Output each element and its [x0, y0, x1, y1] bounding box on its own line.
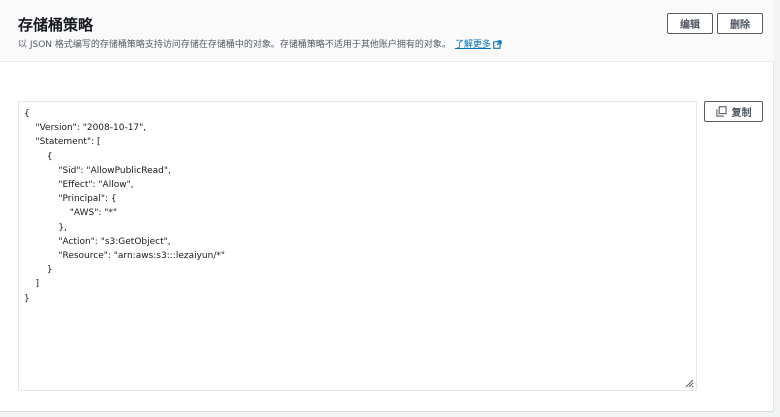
panel-header: 存储桶策略 以 JSON 格式编写的存储桶策略支持访问存储在存储桶中的对象。存储…	[0, 0, 774, 62]
page-title: 存储桶策略	[18, 16, 94, 34]
bucket-policy-panel: 存储桶策略 以 JSON 格式编写的存储桶策略支持访问存储在存储桶中的对象。存储…	[0, 0, 774, 412]
external-link-icon	[493, 40, 502, 49]
copy-button[interactable]: 复制	[704, 101, 763, 122]
delete-button[interactable]: 删除	[717, 13, 763, 34]
delete-button-label: 删除	[730, 20, 750, 31]
panel-description: 以 JSON 格式编写的存储桶策略支持访问存储在存储桶中的对象。存储桶策略不适用…	[18, 37, 502, 50]
description-text: 以 JSON 格式编写的存储桶策略支持访问存储在存储桶中的对象。存储桶策略不适用…	[18, 40, 451, 50]
learn-more-link[interactable]: 了解更多	[455, 40, 502, 50]
policy-json-text[interactable]: { "Version": "2008-10-17", "Statement": …	[24, 107, 225, 306]
copy-icon	[715, 106, 727, 117]
edit-button-label: 编辑	[680, 20, 700, 31]
copy-button-label: 复制	[731, 108, 752, 119]
edit-button[interactable]: 编辑	[667, 13, 713, 34]
learn-more-label: 了解更多	[454, 40, 491, 50]
policy-editor[interactable]: { "Version": "2008-10-17", "Statement": …	[18, 101, 697, 391]
resize-grip-icon[interactable]	[685, 379, 694, 388]
